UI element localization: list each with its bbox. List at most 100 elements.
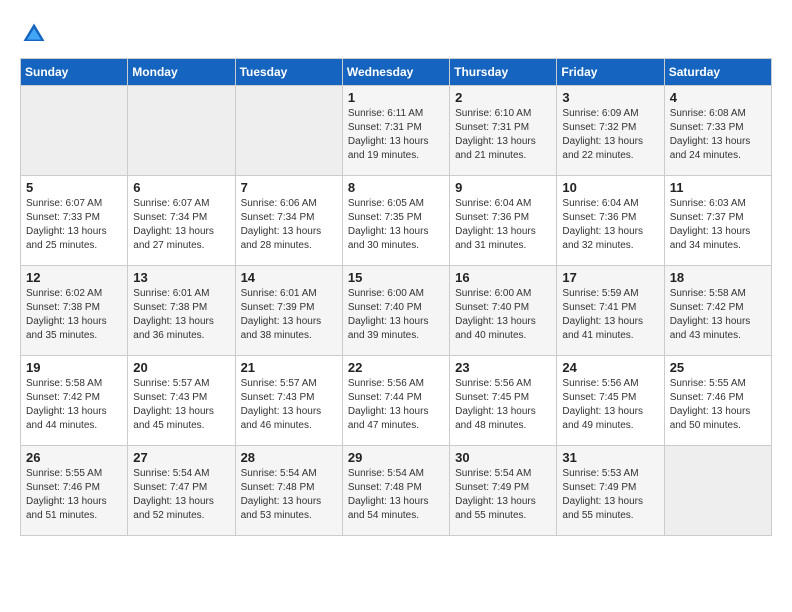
calendar-cell: 19 Sunrise: 5:58 AMSunset: 7:42 PMDayligh… xyxy=(21,356,128,446)
day-number: 15 xyxy=(348,270,444,285)
day-number: 30 xyxy=(455,450,551,465)
calendar-cell: 29 Sunrise: 5:54 AMSunset: 7:48 PMDayligh… xyxy=(342,446,449,536)
cell-info: Sunrise: 5:54 AMSunset: 7:49 PMDaylight:… xyxy=(455,467,551,523)
logo-icon xyxy=(20,20,48,48)
calendar-cell: 14 Sunrise: 6:01 AMSunset: 7:39 PMDayligh… xyxy=(235,266,342,356)
cell-info: Sunrise: 6:00 AMSunset: 7:40 PMDaylight:… xyxy=(348,287,444,343)
calendar-cell xyxy=(235,86,342,176)
calendar-cell: 2 Sunrise: 6:10 AMSunset: 7:31 PMDaylight… xyxy=(450,86,557,176)
calendar-cell: 24 Sunrise: 5:56 AMSunset: 7:45 PMDayligh… xyxy=(557,356,664,446)
weekday-tuesday: Tuesday xyxy=(235,59,342,86)
day-number: 20 xyxy=(133,360,229,375)
cell-info: Sunrise: 5:54 AMSunset: 7:47 PMDaylight:… xyxy=(133,467,229,523)
day-number: 16 xyxy=(455,270,551,285)
calendar-cell: 6Sunrise: 6:07 AMSunset: 7:34 PMDaylight… xyxy=(128,176,235,266)
calendar-body: 1Sunrise: 6:11 AMSunset: 7:31 PMDaylight… xyxy=(21,86,772,536)
day-number: 9 xyxy=(455,180,551,195)
week-row-1: 1Sunrise: 6:11 AMSunset: 7:31 PMDaylight… xyxy=(21,86,772,176)
cell-info: Sunrise: 6:06 AMSunset: 7:34 PMDaylight:… xyxy=(241,197,337,253)
calendar-cell: 20 Sunrise: 5:57 AMSunset: 7:43 PMDayligh… xyxy=(128,356,235,446)
calendar-cell: 26 Sunrise: 5:55 AMSunset: 7:46 PMDayligh… xyxy=(21,446,128,536)
week-row-4: 19 Sunrise: 5:58 AMSunset: 7:42 PMDayligh… xyxy=(21,356,772,446)
calendar-cell: 15 Sunrise: 6:00 AMSunset: 7:40 PMDayligh… xyxy=(342,266,449,356)
cell-info: Sunrise: 6:02 AMSunset: 7:38 PMDaylight:… xyxy=(26,287,122,343)
cell-info: Sunrise: 6:09 AMSunset: 7:32 PMDaylight:… xyxy=(562,107,658,163)
cell-info: Sunrise: 5:58 AMSunset: 7:42 PMDaylight:… xyxy=(26,377,122,433)
cell-info: Sunrise: 5:55 AMSunset: 7:46 PMDaylight:… xyxy=(670,377,766,433)
day-number: 14 xyxy=(241,270,337,285)
cell-info: Sunrise: 6:10 AMSunset: 7:31 PMDaylight:… xyxy=(455,107,551,163)
day-number: 22 xyxy=(348,360,444,375)
cell-info: Sunrise: 5:59 AMSunset: 7:41 PMDaylight:… xyxy=(562,287,658,343)
calendar-header: SundayMondayTuesdayWednesdayThursdayFrid… xyxy=(21,59,772,86)
calendar-cell: 28 Sunrise: 5:54 AMSunset: 7:48 PMDayligh… xyxy=(235,446,342,536)
calendar-cell: 13 Sunrise: 6:01 AMSunset: 7:38 PMDayligh… xyxy=(128,266,235,356)
week-row-3: 12 Sunrise: 6:02 AMSunset: 7:38 PMDayligh… xyxy=(21,266,772,356)
calendar-cell: 16Sunrise: 6:00 AMSunset: 7:40 PMDayligh… xyxy=(450,266,557,356)
day-number: 18 xyxy=(670,270,766,285)
cell-info: Sunrise: 5:54 AMSunset: 7:48 PMDaylight:… xyxy=(348,467,444,523)
cell-info: Sunrise: 5:55 AMSunset: 7:46 PMDaylight:… xyxy=(26,467,122,523)
day-number: 27 xyxy=(133,450,229,465)
calendar-cell: 30 Sunrise: 5:54 AMSunset: 7:49 PMDayligh… xyxy=(450,446,557,536)
calendar-cell: 11 Sunrise: 6:03 AMSunset: 7:37 PMDayligh… xyxy=(664,176,771,266)
cell-info: Sunrise: 6:04 AMSunset: 7:36 PMDaylight:… xyxy=(455,197,551,253)
calendar-cell: 27 Sunrise: 5:54 AMSunset: 7:47 PMDayligh… xyxy=(128,446,235,536)
day-number: 28 xyxy=(241,450,337,465)
cell-info: Sunrise: 6:03 AMSunset: 7:37 PMDaylight:… xyxy=(670,197,766,253)
day-number: 7 xyxy=(241,180,337,195)
calendar-cell: 9 Sunrise: 6:04 AMSunset: 7:36 PMDaylight… xyxy=(450,176,557,266)
day-number: 2 xyxy=(455,90,551,105)
calendar-cell: 4Sunrise: 6:08 AMSunset: 7:33 PMDaylight… xyxy=(664,86,771,176)
calendar-cell: 3Sunrise: 6:09 AMSunset: 7:32 PMDaylight… xyxy=(557,86,664,176)
weekday-sunday: Sunday xyxy=(21,59,128,86)
day-number: 19 xyxy=(26,360,122,375)
logo xyxy=(20,20,52,48)
weekday-monday: Monday xyxy=(128,59,235,86)
cell-info: Sunrise: 5:57 AMSunset: 7:43 PMDaylight:… xyxy=(241,377,337,433)
day-number: 31 xyxy=(562,450,658,465)
cell-info: Sunrise: 5:53 AMSunset: 7:49 PMDaylight:… xyxy=(562,467,658,523)
weekday-wednesday: Wednesday xyxy=(342,59,449,86)
page-header xyxy=(20,20,772,48)
day-number: 8 xyxy=(348,180,444,195)
cell-info: Sunrise: 6:01 AMSunset: 7:39 PMDaylight:… xyxy=(241,287,337,343)
calendar-cell: 31 Sunrise: 5:53 AMSunset: 7:49 PMDayligh… xyxy=(557,446,664,536)
day-number: 5 xyxy=(26,180,122,195)
cell-info: Sunrise: 5:57 AMSunset: 7:43 PMDaylight:… xyxy=(133,377,229,433)
calendar-cell: 23Sunrise: 5:56 AMSunset: 7:45 PMDayligh… xyxy=(450,356,557,446)
cell-info: Sunrise: 6:01 AMSunset: 7:38 PMDaylight:… xyxy=(133,287,229,343)
day-number: 4 xyxy=(670,90,766,105)
calendar-cell xyxy=(128,86,235,176)
cell-info: Sunrise: 5:58 AMSunset: 7:42 PMDaylight:… xyxy=(670,287,766,343)
calendar-cell: 10 Sunrise: 6:04 AMSunset: 7:36 PMDayligh… xyxy=(557,176,664,266)
calendar-cell xyxy=(664,446,771,536)
day-number: 12 xyxy=(26,270,122,285)
day-number: 21 xyxy=(241,360,337,375)
calendar-cell: 17 Sunrise: 5:59 AMSunset: 7:41 PMDayligh… xyxy=(557,266,664,356)
day-number: 1 xyxy=(348,90,444,105)
day-number: 11 xyxy=(670,180,766,195)
calendar-cell: 18 Sunrise: 5:58 AMSunset: 7:42 PMDayligh… xyxy=(664,266,771,356)
day-number: 24 xyxy=(562,360,658,375)
calendar-cell: 12 Sunrise: 6:02 AMSunset: 7:38 PMDayligh… xyxy=(21,266,128,356)
cell-info: Sunrise: 6:07 AMSunset: 7:33 PMDaylight:… xyxy=(26,197,122,253)
day-number: 23 xyxy=(455,360,551,375)
weekday-row: SundayMondayTuesdayWednesdayThursdayFrid… xyxy=(21,59,772,86)
day-number: 25 xyxy=(670,360,766,375)
cell-info: Sunrise: 5:56 AMSunset: 7:44 PMDaylight:… xyxy=(348,377,444,433)
day-number: 17 xyxy=(562,270,658,285)
day-number: 26 xyxy=(26,450,122,465)
calendar-table: SundayMondayTuesdayWednesdayThursdayFrid… xyxy=(20,58,772,536)
cell-info: Sunrise: 5:56 AMSunset: 7:45 PMDaylight:… xyxy=(562,377,658,433)
calendar-cell: 5 Sunrise: 6:07 AMSunset: 7:33 PMDaylight… xyxy=(21,176,128,266)
cell-info: Sunrise: 6:05 AMSunset: 7:35 PMDaylight:… xyxy=(348,197,444,253)
day-number: 10 xyxy=(562,180,658,195)
cell-info: Sunrise: 6:04 AMSunset: 7:36 PMDaylight:… xyxy=(562,197,658,253)
weekday-saturday: Saturday xyxy=(664,59,771,86)
cell-info: Sunrise: 5:54 AMSunset: 7:48 PMDaylight:… xyxy=(241,467,337,523)
calendar-cell: 25 Sunrise: 5:55 AMSunset: 7:46 PMDayligh… xyxy=(664,356,771,446)
day-number: 29 xyxy=(348,450,444,465)
day-number: 13 xyxy=(133,270,229,285)
calendar-cell: 8 Sunrise: 6:05 AMSunset: 7:35 PMDaylight… xyxy=(342,176,449,266)
